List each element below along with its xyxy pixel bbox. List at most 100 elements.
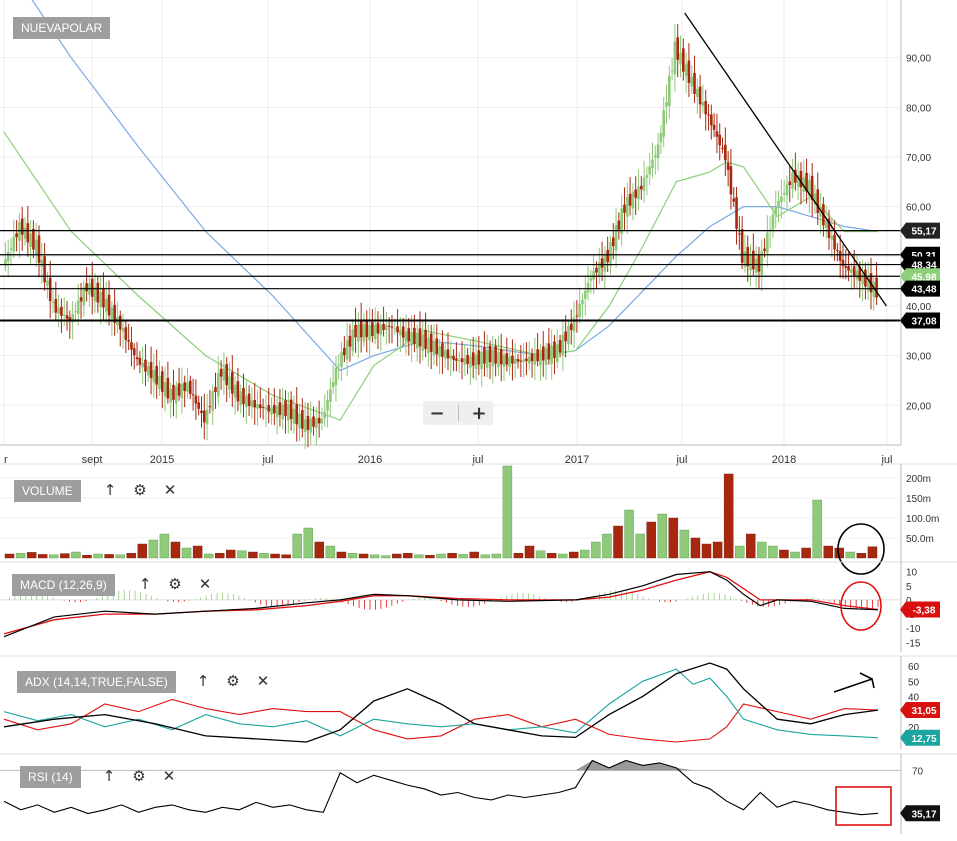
candle-body [443, 350, 447, 359]
candle-body [729, 166, 733, 195]
candle-body [438, 346, 441, 357]
macd-y-tick-5: -15 [906, 638, 921, 649]
gear-icon[interactable]: ⚙ [225, 672, 241, 690]
volume-bar [303, 527, 313, 559]
candle-body [682, 48, 685, 72]
candle-body [144, 359, 147, 372]
candle-body [466, 354, 469, 364]
candle-body [676, 37, 680, 60]
volume-bar [613, 525, 623, 559]
candle-body [606, 249, 609, 263]
candle-body [85, 283, 88, 292]
candle-body [65, 315, 69, 319]
candle-body [452, 355, 455, 360]
candle-body [160, 371, 164, 392]
rsi-annotation-box [835, 786, 892, 826]
arrow-up-icon[interactable]: ↑ [101, 767, 117, 785]
candle-body [362, 324, 366, 342]
volume-bar [502, 465, 513, 559]
candle-body [174, 386, 178, 404]
candle-body [359, 319, 363, 338]
candle-body [418, 328, 422, 347]
close-icon[interactable]: ✕ [197, 575, 213, 593]
candle-body [211, 391, 214, 411]
close-icon[interactable]: ✕ [161, 767, 177, 785]
candle-body [738, 233, 741, 235]
gear-icon[interactable]: ⚙ [132, 481, 148, 499]
candle-body [216, 373, 220, 397]
volume-bar [192, 545, 203, 559]
candle-body [301, 410, 304, 429]
candle-body [270, 407, 273, 415]
volume-bar [347, 553, 358, 559]
candle-body [37, 235, 41, 263]
arrow-up-icon[interactable]: ↑ [137, 575, 153, 593]
volume-bar [15, 553, 26, 559]
volume-bar [790, 551, 800, 559]
candle-body [323, 411, 327, 419]
volume-bar [458, 554, 468, 559]
candle-body [247, 393, 251, 406]
chart-stage: 20,0030,0040,0050,0060,0070,0080,0090,00… [0, 0, 957, 836]
volume-bar [657, 513, 667, 559]
candle-body [875, 277, 878, 298]
candle-body [354, 324, 357, 338]
close-icon[interactable]: ✕ [162, 481, 178, 499]
candle-body [32, 228, 35, 250]
volume-bar [215, 553, 225, 559]
candle-body [200, 410, 203, 414]
volume-bar [159, 533, 170, 559]
candle-body [26, 223, 30, 243]
candle-body [421, 334, 425, 351]
candle-body [766, 232, 769, 253]
candle-body [233, 384, 237, 398]
candle-body [382, 324, 385, 331]
candle-body [861, 273, 864, 285]
candle-body [544, 347, 548, 365]
gear-icon[interactable]: ⚙ [131, 767, 147, 785]
adx-y-tick-2: 40 [908, 692, 920, 703]
adx-toolbar: ↑ ⚙ ✕ [195, 672, 271, 690]
volume-bar [203, 553, 214, 559]
volume-bar [226, 549, 236, 559]
volume-bar [270, 553, 280, 559]
volume-bar [104, 554, 114, 559]
candle-body [415, 332, 419, 349]
candle-body [732, 198, 736, 202]
candle-body [844, 266, 848, 268]
zoom-in-button[interactable]: + [471, 403, 486, 424]
close-icon[interactable]: ✕ [255, 672, 271, 690]
candle-body [351, 329, 355, 352]
volume-bar [823, 545, 833, 559]
volume-bar [591, 541, 601, 559]
candle-body [457, 360, 461, 362]
candle-body [847, 266, 850, 271]
candle-body [774, 207, 778, 215]
candle-body [4, 259, 7, 267]
candle-body [553, 341, 556, 359]
candle-body [74, 311, 77, 313]
zoom-out-button[interactable]: − [429, 403, 444, 424]
volume-bar [403, 553, 413, 559]
candle-body [617, 220, 621, 230]
candle-body [130, 342, 133, 350]
volume-bar [569, 551, 579, 559]
arrow-up-icon[interactable]: ↑ [195, 672, 211, 690]
rsi-last-badge-group: 35,17 [900, 805, 940, 822]
candle-body [670, 70, 674, 72]
candle-body [225, 363, 229, 386]
candle-body [816, 189, 820, 213]
candle-body [20, 218, 24, 235]
candle-body [121, 328, 125, 332]
volume-bar [701, 543, 712, 559]
volume-y-tick-1: 150m [906, 494, 931, 505]
volume-bar [336, 551, 347, 559]
candle-body [149, 362, 153, 379]
candle-body [57, 307, 60, 314]
arrow-up-icon[interactable]: ↑ [102, 481, 118, 499]
candle-body [329, 389, 332, 402]
gear-icon[interactable]: ⚙ [167, 575, 183, 593]
volume-bar [856, 553, 867, 559]
candle-body [634, 189, 637, 198]
volume-bar [757, 541, 767, 559]
